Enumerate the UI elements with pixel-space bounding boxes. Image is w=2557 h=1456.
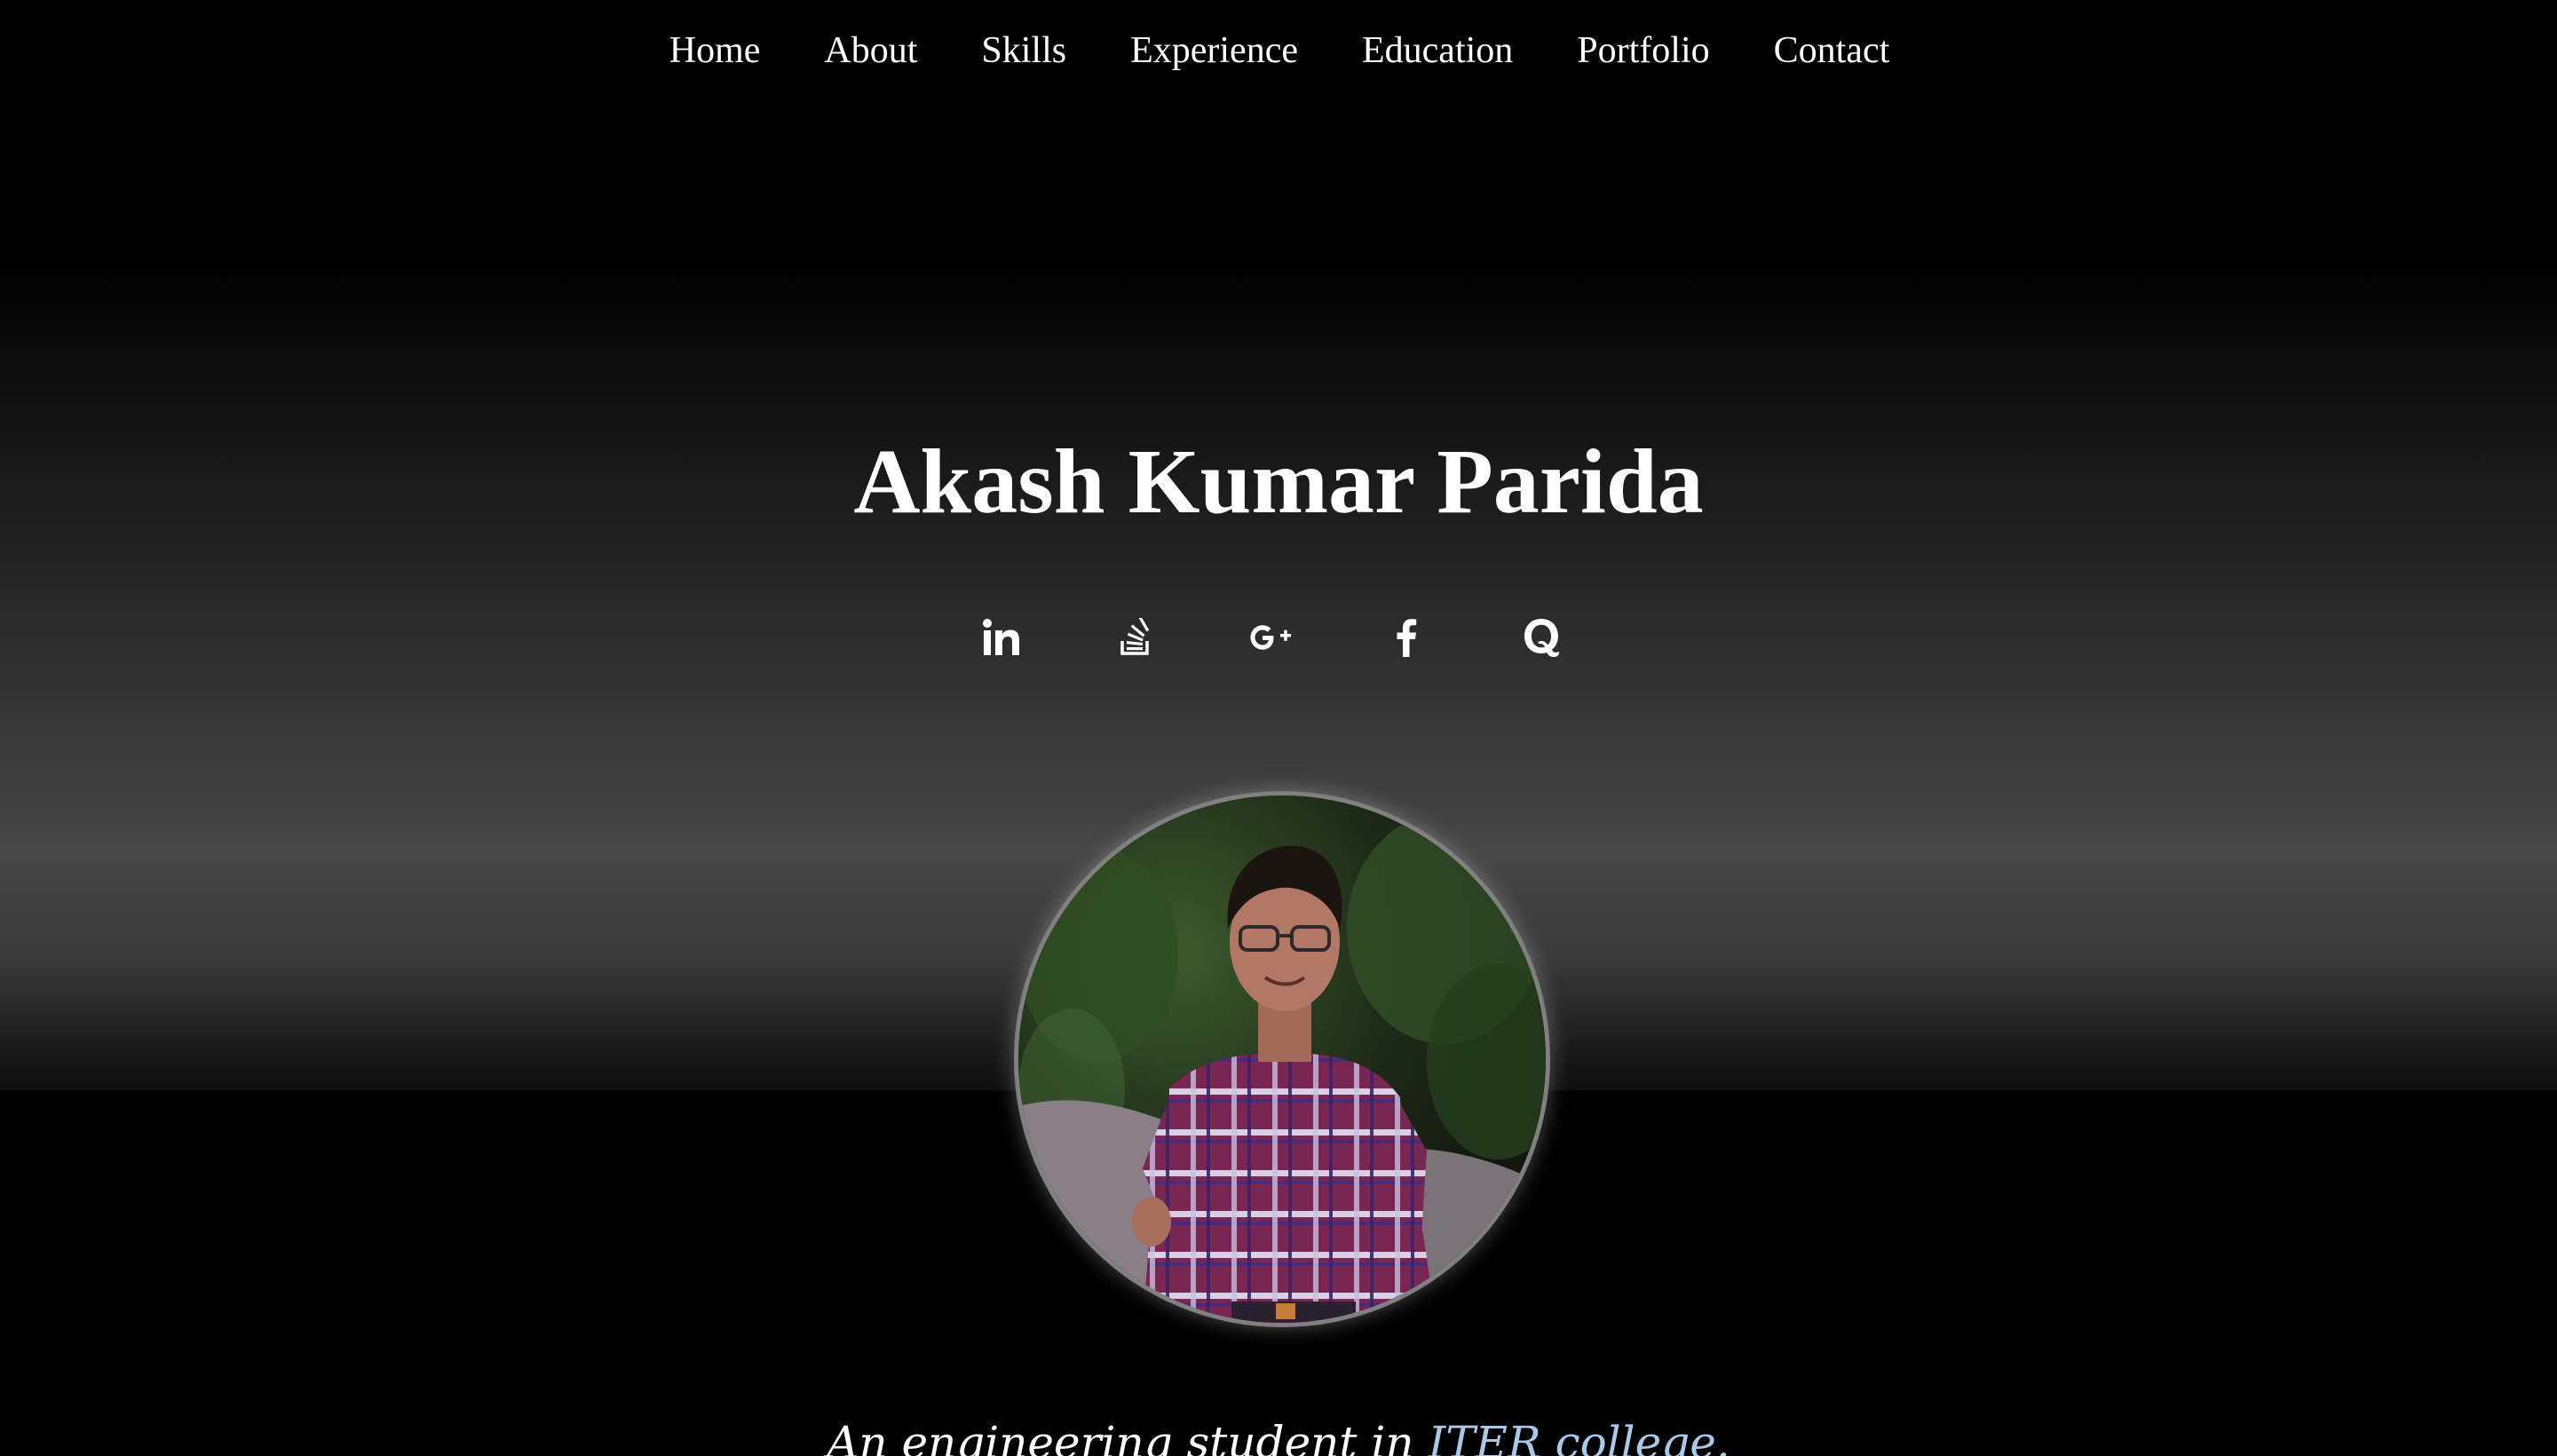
facebook-link[interactable] [1378, 609, 1435, 666]
nav-skills[interactable]: Skills [981, 23, 1066, 78]
google-plus-icon [1250, 625, 1291, 650]
stackoverflow-link[interactable] [1108, 609, 1165, 666]
profile-photo [1018, 795, 1546, 1323]
facebook-icon [1397, 619, 1417, 657]
linkedin-icon [983, 619, 1019, 655]
top-navigation: Home About Skills Experience Education P… [0, 23, 2557, 78]
nav-education[interactable]: Education [1362, 23, 1513, 78]
page-title: Akash Kumar Parida [853, 431, 1704, 533]
linkedin-link[interactable] [973, 609, 1030, 666]
tagline: An engineering student in ITER college. [0, 1412, 2557, 1456]
tagline-text: An engineering student in [827, 1417, 1429, 1456]
nav-contact[interactable]: Contact [1774, 23, 1890, 78]
quora-link[interactable] [1513, 609, 1570, 666]
quora-icon [1524, 619, 1559, 657]
google-plus-link[interactable] [1243, 609, 1300, 666]
stackoverflow-icon [1120, 618, 1150, 655]
college-link[interactable]: ITER college. [1428, 1417, 1730, 1456]
nav-portfolio[interactable]: Portfolio [1577, 23, 1709, 78]
social-links [973, 609, 1591, 666]
nav-experience[interactable]: Experience [1130, 23, 1298, 78]
avatar [1018, 795, 1546, 1323]
nav-about[interactable]: About [824, 23, 917, 78]
nav-home[interactable]: Home [668, 23, 761, 78]
